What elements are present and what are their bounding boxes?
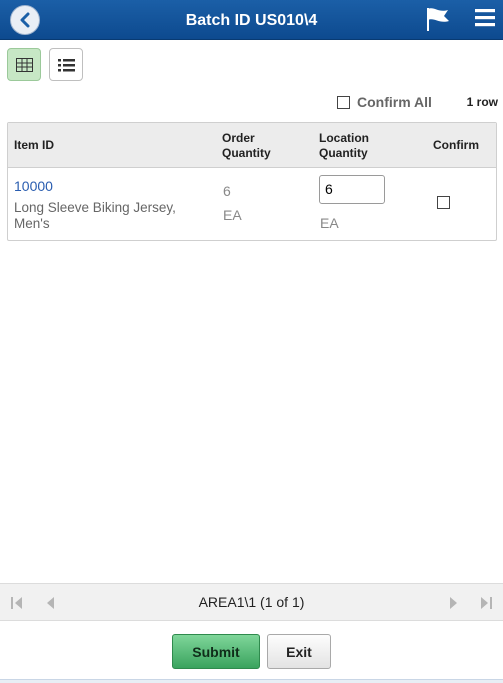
next-page-icon[interactable] [446,595,460,611]
column-header-order-quantity: Order Quantity [222,131,271,161]
confirm-all-label: Confirm All [357,94,432,110]
list-view-icon [57,58,75,71]
item-description: Long Sleeve Biking Jersey, Men's [14,200,176,231]
grid-view-button[interactable] [7,48,41,81]
last-page-icon[interactable] [479,595,493,611]
location-quantity-input[interactable]: 6 [319,175,385,204]
exit-button[interactable]: Exit [267,634,331,669]
row-confirm-checkbox[interactable] [437,196,450,209]
column-header-confirm: Confirm [433,138,479,152]
back-button[interactable] [10,5,40,35]
flag-icon[interactable] [424,6,452,32]
items-grid: Item ID Order Quantity Location Quantity… [7,122,497,241]
hamburger-menu-icon[interactable] [474,7,496,29]
column-header-location-quantity-line2: Quantity [319,146,368,160]
pagination-bar: AREA1\1 (1 of 1) [0,583,503,621]
column-header-location-quantity: Location Quantity [319,131,369,161]
pager-label: AREA1\1 (1 of 1) [198,594,305,610]
column-header-location-quantity-line1: Location [319,131,369,145]
column-header-order-quantity-line2: Quantity [222,146,271,160]
chevron-left-icon [20,12,30,28]
submit-button[interactable]: Submit [172,634,260,669]
list-view-button[interactable] [49,48,83,81]
order-quantity-uom: EA [223,207,242,223]
item-id-link[interactable]: 10000 [14,178,53,194]
grid-header: Item ID Order Quantity Location Quantity… [8,123,496,168]
column-header-item-id: Item ID [14,138,55,152]
confirm-all-checkbox[interactable] [337,95,350,109]
confirm-all-control[interactable]: Confirm All [337,94,432,110]
row-count: 1 row [466,95,498,109]
location-quantity-uom: EA [320,215,339,231]
column-header-order-quantity-line1: Order [222,131,255,145]
top-navigation-bar: Batch ID US010\4 [0,0,503,40]
order-quantity-value: 6 [223,183,231,199]
grid-view-icon [15,57,33,72]
bottom-divider [0,679,503,683]
